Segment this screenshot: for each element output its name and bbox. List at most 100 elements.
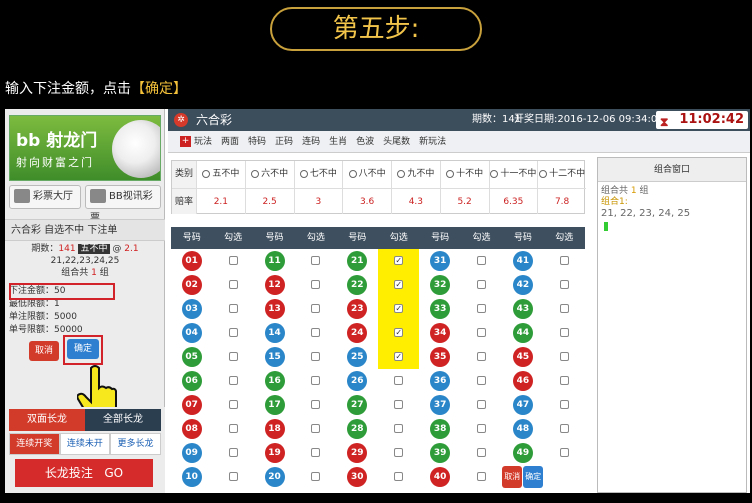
number-ball-13[interactable]: 13 [264, 299, 285, 319]
checkbox-38[interactable] [477, 424, 486, 433]
checkbox-16[interactable] [311, 376, 321, 385]
number-ball-6[interactable]: 06 [181, 371, 202, 391]
number-ball-10[interactable]: 10 [181, 467, 202, 487]
checkbox-23[interactable]: ✓ [394, 304, 404, 313]
number-ball-19[interactable]: 19 [264, 443, 285, 463]
number-ball-23[interactable]: 23 [347, 299, 368, 319]
menu-item-5[interactable]: 生肖 [329, 131, 347, 153]
checkbox-43[interactable] [559, 304, 569, 313]
checkbox-13[interactable] [311, 304, 321, 313]
checkbox-5[interactable] [228, 352, 238, 361]
number-ball-1[interactable]: 01 [181, 251, 202, 271]
tab-all-dragon[interactable]: 全部长龙 [85, 409, 161, 431]
number-ball-25[interactable]: 25 [347, 347, 368, 367]
number-ball-20[interactable]: 20 [264, 467, 285, 487]
checkbox-49[interactable] [559, 448, 569, 457]
radio-icon[interactable] [299, 169, 308, 178]
number-ball-36[interactable]: 36 [430, 371, 451, 391]
checkbox-11[interactable] [311, 256, 321, 265]
checkbox-20[interactable] [311, 472, 321, 481]
checkbox-3[interactable] [228, 304, 238, 313]
number-ball-26[interactable]: 26 [347, 371, 368, 391]
number-ball-7[interactable]: 07 [181, 395, 202, 415]
menu-item-0[interactable]: 玩法 [194, 131, 212, 153]
checkbox-8[interactable] [228, 424, 238, 433]
number-ball-4[interactable]: 04 [181, 323, 202, 343]
cancel-button[interactable]: 取消 [29, 341, 59, 361]
checkbox-14[interactable] [311, 328, 321, 337]
checkbox-29[interactable] [394, 448, 404, 457]
checkbox-22[interactable]: ✓ [394, 280, 404, 289]
number-ball-2[interactable]: 02 [181, 275, 202, 295]
checkbox-41[interactable] [559, 256, 569, 265]
number-ball-37[interactable]: 37 [430, 395, 451, 415]
checkbox-33[interactable] [477, 304, 486, 313]
checkbox-36[interactable] [477, 376, 486, 385]
number-ball-17[interactable]: 17 [264, 395, 285, 415]
number-ball-3[interactable]: 03 [181, 299, 202, 319]
number-ball-31[interactable]: 31 [430, 251, 451, 271]
checkbox-45[interactable] [559, 352, 569, 361]
menu-item-6[interactable]: 色波 [356, 131, 374, 153]
number-ball-41[interactable]: 41 [512, 251, 533, 271]
radio-icon[interactable] [446, 169, 455, 178]
checkbox-39[interactable] [477, 448, 486, 457]
number-ball-11[interactable]: 11 [264, 251, 285, 271]
checkbox-28[interactable] [394, 424, 404, 433]
checkbox-35[interactable] [477, 352, 486, 361]
number-ball-43[interactable]: 43 [512, 299, 533, 319]
checkbox-37[interactable] [477, 400, 486, 409]
number-ball-48[interactable]: 48 [512, 419, 533, 439]
number-ball-39[interactable]: 39 [430, 443, 451, 463]
checkbox-44[interactable] [559, 328, 569, 337]
number-ball-5[interactable]: 05 [181, 347, 202, 367]
category-option-1[interactable]: 六不中 [244, 161, 294, 188]
category-option-0[interactable]: 五不中 [196, 161, 245, 188]
bb-video-lottery-button[interactable]: BB视讯彩票 [85, 185, 161, 224]
category-option-7[interactable]: 十二不中 [537, 161, 586, 188]
checkbox-18[interactable] [311, 424, 321, 433]
checkbox-19[interactable] [311, 448, 321, 457]
number-ball-44[interactable]: 44 [512, 323, 533, 343]
number-ball-15[interactable]: 15 [264, 347, 285, 367]
checkbox-2[interactable] [228, 280, 238, 289]
menu-item-7[interactable]: 头尾数 [383, 131, 410, 153]
number-ball-29[interactable]: 29 [347, 443, 368, 463]
checkbox-30[interactable] [394, 472, 404, 481]
grid-cancel-button[interactable]: 取消 [502, 466, 523, 488]
lottery-hall-button[interactable]: 彩票大厅 [9, 185, 81, 209]
menu-item-3[interactable]: 正码 [275, 131, 293, 153]
checkbox-32[interactable] [477, 280, 486, 289]
tab-more-dragon[interactable]: 更多长龙 [110, 433, 161, 455]
number-ball-8[interactable]: 08 [181, 419, 202, 439]
number-ball-38[interactable]: 38 [430, 419, 451, 439]
number-ball-22[interactable]: 22 [347, 275, 368, 295]
menu-item-4[interactable]: 连码 [302, 131, 320, 153]
radio-icon[interactable] [202, 169, 211, 178]
radio-icon[interactable] [539, 169, 548, 178]
tab-consecutive-open[interactable]: 连续开奖 [9, 433, 60, 455]
checkbox-25[interactable]: ✓ [394, 352, 404, 361]
number-ball-49[interactable]: 49 [512, 443, 533, 463]
radio-icon[interactable] [490, 169, 499, 178]
number-ball-12[interactable]: 12 [264, 275, 285, 295]
number-ball-32[interactable]: 32 [430, 275, 451, 295]
number-ball-28[interactable]: 28 [347, 419, 368, 439]
checkbox-9[interactable] [228, 448, 238, 457]
checkbox-1[interactable] [228, 256, 238, 265]
checkbox-15[interactable] [311, 352, 321, 361]
tab-consecutive-miss[interactable]: 连续未开 [59, 433, 111, 455]
menu-item-2[interactable]: 特码 [248, 131, 266, 153]
number-ball-46[interactable]: 46 [512, 371, 533, 391]
category-option-3[interactable]: 八不中 [342, 161, 391, 188]
menu-item-1[interactable]: 两面 [221, 131, 239, 153]
checkbox-48[interactable] [559, 424, 569, 433]
number-ball-40[interactable]: 40 [430, 467, 451, 487]
checkbox-46[interactable] [559, 376, 569, 385]
checkbox-10[interactable] [228, 472, 238, 481]
number-ball-27[interactable]: 27 [347, 395, 368, 415]
number-ball-42[interactable]: 42 [512, 275, 533, 295]
checkbox-40[interactable] [477, 472, 486, 481]
checkbox-42[interactable] [559, 280, 569, 289]
number-ball-24[interactable]: 24 [347, 323, 368, 343]
